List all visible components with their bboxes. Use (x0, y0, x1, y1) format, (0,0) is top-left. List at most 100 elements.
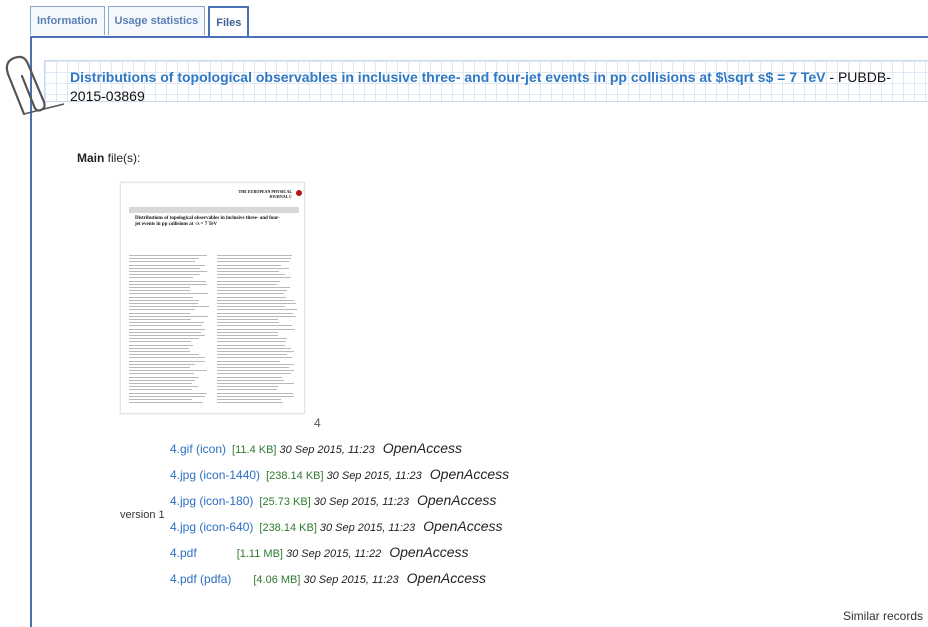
thumbnail-text-line (129, 306, 209, 307)
thumbnail-text-line (129, 386, 198, 387)
file-size: [238.14 KB] (266, 470, 324, 482)
access-status: OpenAccess (417, 492, 496, 508)
thumbnail-text-line (217, 364, 294, 365)
thumbnail-text-line (129, 265, 205, 266)
thumbnail-text-line (129, 338, 199, 339)
thumbnail-text-line (129, 335, 205, 336)
thumbnail-text-line (217, 258, 291, 259)
access-status: OpenAccess (423, 518, 502, 534)
thumbnail-text-line (129, 319, 191, 320)
thumbnail-text-line (129, 402, 203, 403)
thumbnail-text-line (217, 303, 296, 304)
thumbnail-text-line (129, 393, 207, 394)
thumbnail-text-line (217, 351, 294, 352)
thumbnail-text-line (217, 338, 287, 339)
thumbnail-text-line (129, 345, 193, 346)
file-row: 4.jpg (icon-640) [238.14 KB] 30 Sep 2015… (170, 518, 502, 538)
thumbnail-text-line (129, 373, 194, 374)
journal-logo-icon (296, 190, 302, 196)
thumbnail-text-line (129, 354, 199, 355)
file-link[interactable]: 4.pdf (pdfa) (170, 572, 231, 586)
thumbnail-text-line (129, 255, 207, 256)
thumbnail-text-line (129, 274, 200, 275)
thumbnail-text-line (217, 281, 280, 282)
thumbnail-text-line (129, 383, 192, 384)
thumbnail-text-line (129, 293, 208, 294)
document-thumbnail[interactable]: THE EUROPEAN PHYSICAL JOURNAL C Distribu… (120, 182, 305, 414)
thumbnail-text-line (129, 261, 195, 262)
thumbnail-text-line (129, 313, 190, 314)
thumbnail-text-line (217, 348, 291, 349)
thumbnail-text-line (217, 309, 297, 310)
file-date: 30 Sep 2015, 11:23 (303, 574, 398, 586)
thumbnail-text-line (217, 389, 277, 390)
thumbnail-text-line (217, 297, 286, 298)
tab-information[interactable]: Information (30, 6, 105, 35)
thumbnail-text-line (129, 329, 205, 330)
file-link[interactable]: 4.jpg (icon-1440) (170, 468, 260, 482)
thumbnail-text-line (217, 341, 286, 342)
thumbnail-text-line (129, 370, 207, 371)
thumbnail-text-line (129, 284, 207, 285)
thumbnail-text-line (217, 380, 284, 381)
thumbnail-text-line (217, 300, 294, 301)
thumbnail-text-line (217, 373, 291, 374)
file-link[interactable]: 4.jpg (icon-640) (170, 520, 253, 534)
thumbnail-text-line (129, 361, 205, 362)
record-title: Distributions of topological observables… (70, 68, 920, 106)
file-link[interactable]: 4.pdf (170, 546, 197, 560)
access-status: OpenAccess (407, 570, 486, 586)
file-size: [4.06 MB] (253, 574, 300, 586)
thumbnail-text-line (217, 306, 285, 307)
thumbnail-text-line (129, 300, 199, 301)
file-link[interactable]: 4.jpg (icon-180) (170, 494, 253, 508)
thumbnail-text-line (217, 399, 281, 400)
thumbnail-text-line (129, 303, 198, 304)
tab-files[interactable]: Files (208, 6, 249, 38)
file-date: 30 Sep 2015, 11:23 (279, 444, 374, 456)
thumbnail-text-line (129, 332, 201, 333)
record-title-link[interactable]: Distributions of topological observables… (70, 69, 826, 85)
main-files-label: Main file(s): (77, 151, 140, 165)
thumbnail-text-line (217, 274, 285, 275)
file-date: 30 Sep 2015, 11:23 (314, 496, 409, 508)
thumbnail-caption: 4 (314, 416, 321, 430)
thumbnail-text-line (217, 268, 289, 269)
thumbnail-text-line (129, 290, 190, 291)
file-size: [238.14 KB] (259, 522, 317, 534)
paperclip-icon (4, 44, 74, 119)
version-label: version 1 (120, 509, 165, 521)
access-status: OpenAccess (389, 544, 468, 560)
thumbnail-text-line (129, 258, 199, 259)
thumbnail-text-line (129, 396, 205, 397)
file-row: 4.jpg (icon-180) [25.73 KB] 30 Sep 2015,… (170, 492, 496, 512)
file-date: 30 Sep 2015, 11:22 (286, 548, 381, 560)
thumbnail-text-line (217, 386, 278, 387)
thumbnail-text-line (217, 271, 279, 272)
journal-name: THE EUROPEAN PHYSICAL JOURNAL C (232, 189, 292, 199)
thumbnail-text-line (129, 357, 205, 358)
thumbnail-text-line (217, 370, 294, 371)
thumbnail-text-line (217, 361, 280, 362)
file-link[interactable]: 4.gif (icon) (170, 442, 226, 456)
similar-records-link[interactable]: Similar records (843, 609, 923, 623)
thumbnail-text-line (217, 265, 281, 266)
thumbnail-text-line (129, 341, 191, 342)
file-row: 4.pdf [1.11 MB] 30 Sep 2015, 11:22 OpenA… (170, 544, 469, 564)
thumbnail-text-line (217, 377, 282, 378)
thumbnail-text-line (217, 329, 295, 330)
thumbnail-paper-title: Distributions of topological observables… (135, 216, 285, 228)
thumbnail-text-line (217, 393, 293, 394)
tab-usage-statistics[interactable]: Usage statistics (108, 6, 206, 35)
thumbnail-text-line (217, 383, 294, 384)
thumbnail-text-line (129, 271, 207, 272)
thumbnail-text-line (129, 389, 192, 390)
thumbnail-text-line (129, 377, 199, 378)
file-size: [1.11 MB] (237, 548, 283, 560)
thumbnail-text-line (217, 357, 292, 358)
thumbnail-text-line (217, 261, 289, 262)
thumbnail-text-line (129, 399, 192, 400)
file-row: 4.gif (icon) [11.4 KB] 30 Sep 2015, 11:2… (170, 440, 462, 460)
thumbnail-text-line (217, 284, 277, 285)
thumbnail-text-line (129, 268, 200, 269)
